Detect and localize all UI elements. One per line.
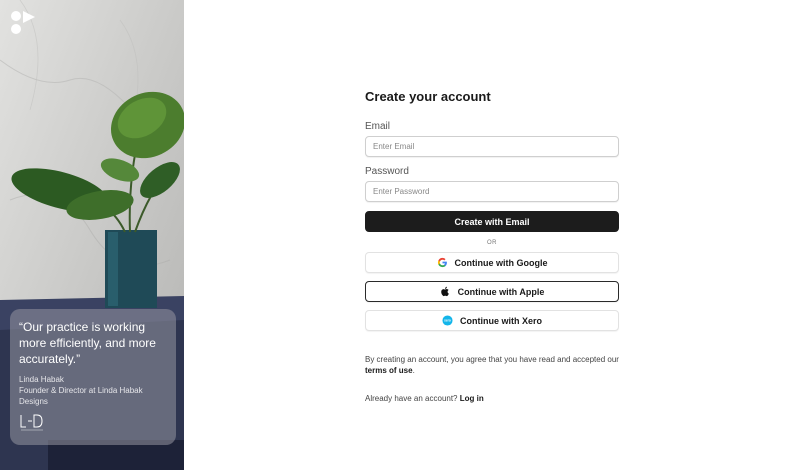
lhd-logo-icon <box>20 414 43 431</box>
xero-button-label: Continue with Xero <box>460 315 542 326</box>
terms-period: . <box>412 366 415 375</box>
terms-notice: By creating an account, you agree that y… <box>365 354 625 376</box>
continue-with-xero-button[interactable]: xero Continue with Xero <box>365 310 619 331</box>
or-divider: OR <box>487 240 497 246</box>
testimonial-quote: “Our practice is working more efficientl… <box>19 320 156 366</box>
company-logo-icon[interactable] <box>10 10 36 36</box>
google-button-label: Continue with Google <box>454 257 548 268</box>
xero-icon: xero <box>442 315 453 326</box>
google-icon <box>437 257 447 268</box>
create-with-email-button[interactable]: Create with Email <box>365 211 619 232</box>
hero-panel: “Our practice is working more efficientl… <box>0 0 184 470</box>
svg-text:xero: xero <box>444 319 451 323</box>
testimonial-role: Founder & Director at Linda Habak Design… <box>19 386 143 406</box>
password-field[interactable] <box>365 181 619 202</box>
continue-with-google-button[interactable]: Continue with Google <box>365 252 619 273</box>
apple-icon <box>440 286 449 297</box>
login-prompt-text: Already have an account? <box>365 394 458 403</box>
terms-of-use-link[interactable]: terms of use <box>365 366 413 375</box>
page-title: Create your account <box>365 89 491 104</box>
email-field[interactable] <box>365 136 619 157</box>
password-label: Password <box>365 166 409 177</box>
create-with-email-label: Create with Email <box>454 216 530 227</box>
testimonial-author: Linda Habak <box>19 375 64 384</box>
terms-text: By creating an account, you agree that y… <box>365 355 619 364</box>
log-in-link[interactable]: Log in <box>460 394 484 403</box>
continue-with-apple-button[interactable]: Continue with Apple <box>365 281 619 302</box>
email-label: Email <box>365 121 391 132</box>
signup-form: Create your account Email Password Creat… <box>365 88 619 403</box>
apple-button-label: Continue with Apple <box>457 286 545 297</box>
login-prompt: Already have an account? Log in <box>365 394 619 403</box>
testimonial-card: “Our practice is working more efficientl… <box>10 309 176 445</box>
